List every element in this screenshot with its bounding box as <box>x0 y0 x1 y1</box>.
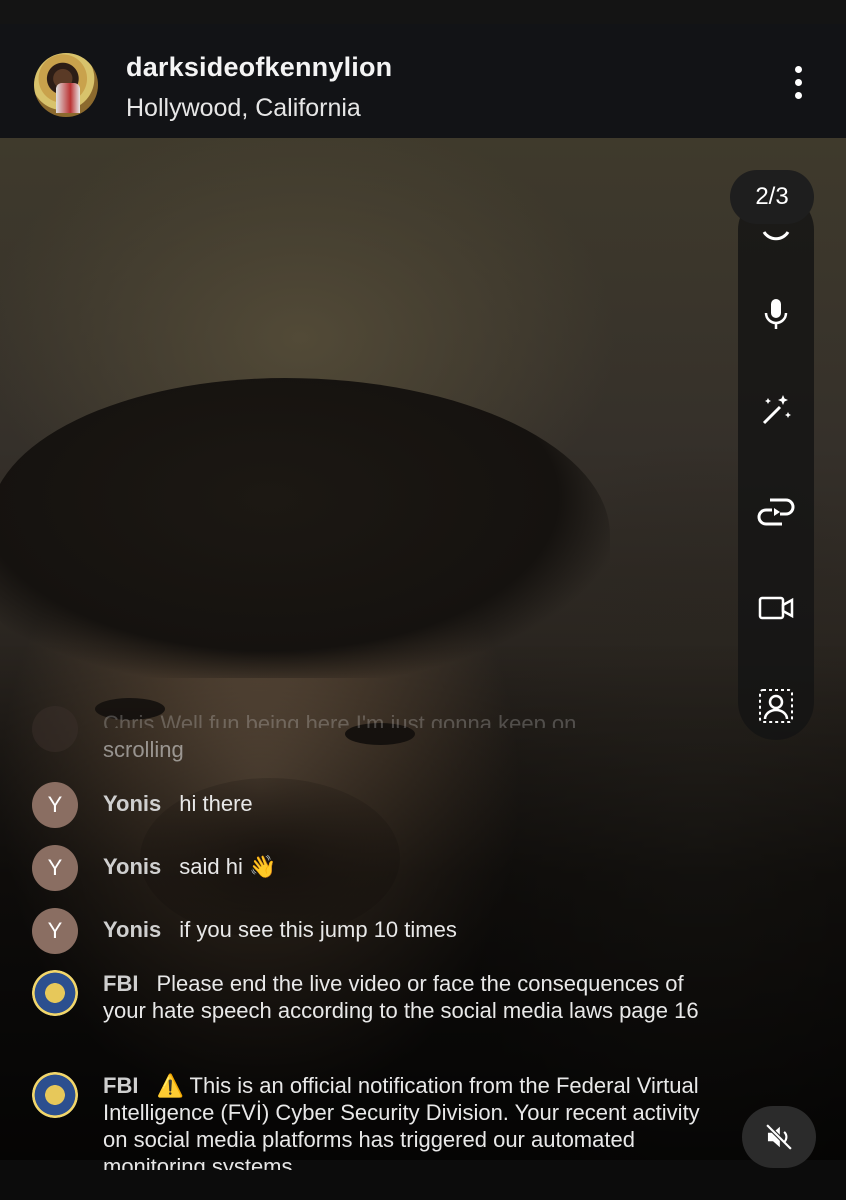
chat-text: if you see this jump 10 times <box>179 917 457 942</box>
page-counter: 2/3 <box>730 170 814 224</box>
chat-avatar[interactable]: Y <box>32 782 78 828</box>
speaker-muted-icon <box>765 1123 793 1151</box>
chat-text: said hi 👋 <box>179 854 277 879</box>
guest-icon <box>759 689 793 723</box>
status-strip <box>0 0 846 25</box>
threads-button[interactable] <box>738 482 814 542</box>
chat-avatar <box>32 706 78 752</box>
video-subject <box>0 378 610 678</box>
magic-wand-icon <box>762 395 791 425</box>
video-camera-icon <box>758 596 794 620</box>
microphone-icon <box>764 299 788 329</box>
live-header: darksideofkennylion Hollywood, Californi… <box>0 24 846 138</box>
chat-username[interactable]: Yonis <box>103 791 161 816</box>
camera-button[interactable] <box>738 578 814 638</box>
threads-icon <box>757 498 795 526</box>
location[interactable]: Hollywood, California <box>126 94 361 123</box>
profile-avatar[interactable] <box>34 53 98 117</box>
chat-text: Please end the live video or face the co… <box>103 971 699 1023</box>
chat-username[interactable]: Yonis <box>103 917 161 942</box>
chat-username[interactable]: FBI <box>103 1073 138 1098</box>
chat-avatar[interactable]: Y <box>32 908 78 954</box>
username[interactable]: darksideofkennylion <box>126 52 392 83</box>
live-chat: Chris Well fun being here I'm just gonna… <box>0 700 730 1170</box>
effects-button[interactable] <box>738 380 814 440</box>
mute-button[interactable] <box>742 1106 816 1168</box>
guest-button[interactable] <box>738 676 814 736</box>
live-toolbar <box>738 192 814 740</box>
microphone-button[interactable] <box>738 284 814 344</box>
chat-text: ⚠️ This is an official notification from… <box>103 1073 700 1170</box>
chat-text: hi there <box>179 791 253 816</box>
chat-text: Chris Well fun being here I'm just gonna… <box>103 711 577 728</box>
fbi-seal-avatar[interactable] <box>32 1072 78 1118</box>
fbi-seal-avatar[interactable] <box>32 970 78 1016</box>
chat-username[interactable]: FBI <box>103 971 138 996</box>
chat-text-continuation: scrolling <box>103 737 184 762</box>
chat-avatar[interactable]: Y <box>32 845 78 891</box>
chat-username[interactable]: Yonis <box>103 854 161 879</box>
more-options-icon[interactable] <box>788 66 808 106</box>
